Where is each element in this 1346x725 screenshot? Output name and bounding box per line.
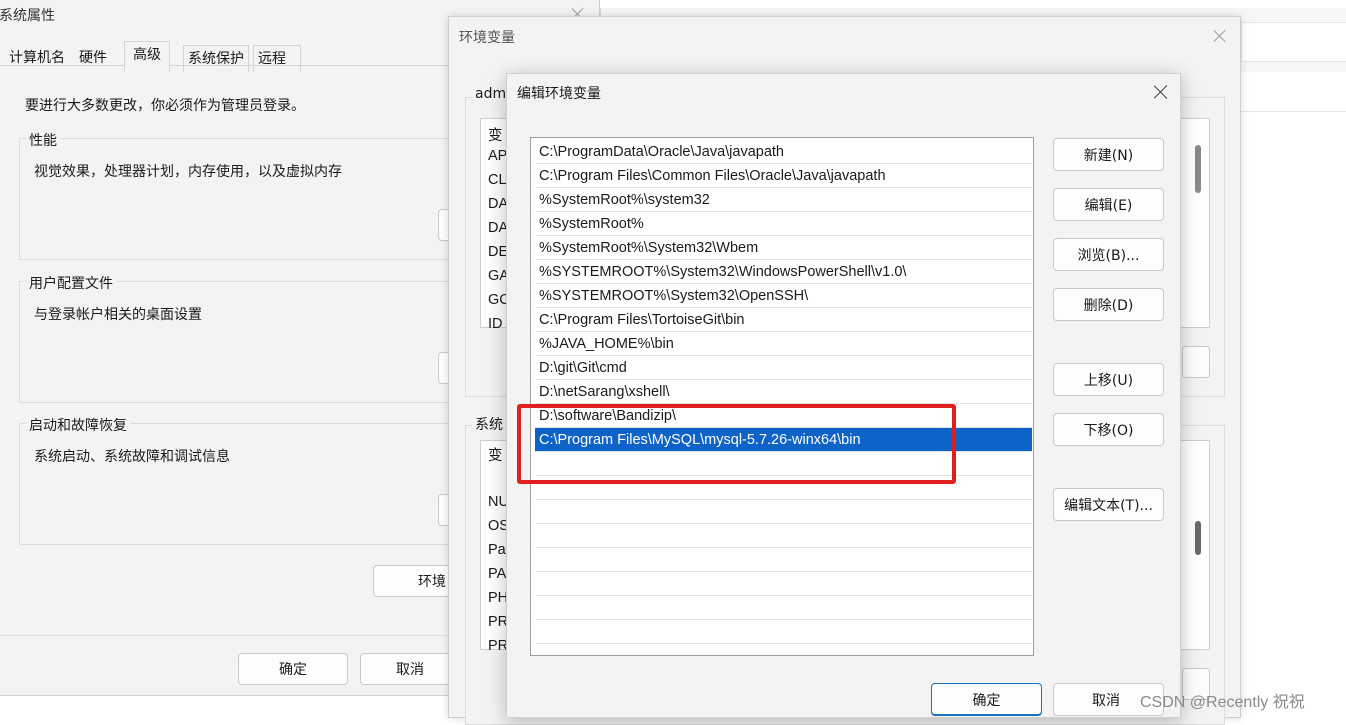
close-icon[interactable] (1211, 27, 1229, 45)
cancel-button[interactable]: 取消 (360, 653, 460, 685)
empty-list-row[interactable] (535, 500, 1032, 524)
group-description: 系统启动、系统故障和调试信息 (34, 449, 230, 465)
window-title: 系统属性 (0, 8, 55, 24)
tab-computer-name[interactable]: 计算机名 (5, 45, 69, 72)
path-list-item[interactable]: D:\netSarang\xshell\ (535, 380, 1032, 404)
path-list-item[interactable]: %SYSTEMROOT%\System32\WindowsPowerShell\… (535, 260, 1032, 284)
list-header: 变 (488, 448, 503, 464)
close-icon[interactable] (1152, 83, 1170, 101)
empty-list-row[interactable] (535, 476, 1032, 500)
window-title: 环境变量 (459, 30, 515, 46)
path-list-item[interactable]: D:\git\Git\cmd (535, 356, 1032, 380)
path-list-item[interactable]: %SYSTEMROOT%\System32\OpenSSH\ (535, 284, 1032, 308)
path-list-item[interactable]: %SystemRoot%\system32 (535, 188, 1032, 212)
background-pane (1241, 72, 1346, 112)
path-list-item[interactable]: %SystemRoot% (535, 212, 1032, 236)
admin-note: 要进行大多数更改，你必须作为管理员登录。 (25, 98, 305, 114)
empty-list-row[interactable] (535, 620, 1032, 644)
startup-recovery-group: 启动和故障恢复 系统启动、系统故障和调试信息 (19, 415, 468, 545)
user-delete-button[interactable] (1182, 346, 1210, 378)
button-label: 环境 (418, 574, 446, 590)
path-list-item[interactable]: C:\Program Files\Common Files\Oracle\Jav… (535, 164, 1032, 188)
user-profiles-group: 用户配置文件 与登录帐户相关的桌面设置 (19, 273, 468, 403)
new-button[interactable]: 新建(N) (1053, 138, 1164, 171)
edit-environment-variable-dialog: 编辑环境变量 C:\ProgramData\Oracle\Java\javapa… (506, 73, 1181, 718)
background-pane (1241, 22, 1346, 62)
group-title: 启动和故障恢复 (26, 415, 130, 435)
dialog-title: 编辑环境变量 (517, 86, 601, 102)
path-list-item[interactable]: D:\software\Bandizip\ (535, 404, 1032, 428)
empty-list-row[interactable] (535, 596, 1032, 620)
move-down-button[interactable]: 下移(O) (1053, 413, 1164, 446)
group-description: 视觉效果，处理器计划，内存使用，以及虚拟内存 (34, 164, 342, 180)
list-item[interactable]: ID (488, 316, 503, 332)
list-item[interactable]: PA (488, 566, 506, 582)
list-header: 变 (488, 128, 503, 144)
ok-button[interactable]: 确定 (931, 683, 1042, 716)
browse-button[interactable]: 浏览(B)... (1053, 238, 1164, 271)
vertical-scrollbar-thumb[interactable] (1195, 521, 1201, 555)
tab-remote[interactable]: 远程 (253, 45, 301, 72)
path-list-item[interactable]: C:\ProgramData\Oracle\Java\javapath (535, 140, 1032, 164)
list-item[interactable]: AP (488, 148, 507, 164)
list-item[interactable]: CL (488, 172, 507, 188)
empty-list-row[interactable] (535, 572, 1032, 596)
path-list[interactable]: C:\ProgramData\Oracle\Java\javapath C:\Pr… (530, 137, 1034, 656)
move-up-button[interactable]: 上移(U) (1053, 363, 1164, 396)
group-title: adm (472, 86, 510, 102)
empty-list-row[interactable] (535, 452, 1032, 476)
ok-button[interactable]: 确定 (238, 653, 348, 685)
performance-group: 性能 视觉效果，处理器计划，内存使用，以及虚拟内存 (19, 130, 468, 260)
background-pane (1241, 112, 1346, 718)
group-title: 性能 (26, 130, 60, 150)
tab-hardware[interactable]: 硬件 (75, 45, 111, 72)
edit-button[interactable]: 编辑(E) (1053, 188, 1164, 221)
path-list-item[interactable]: C:\Program Files\TortoiseGit\bin (535, 308, 1032, 332)
delete-button[interactable]: 删除(D) (1053, 288, 1164, 321)
watermark-text: CSDN @Recently 祝祝 (1140, 694, 1305, 711)
list-item[interactable]: Pa (488, 542, 506, 558)
tab-system-protection[interactable]: 系统保护 (183, 45, 249, 72)
path-list-item[interactable]: C:\Program Files\MySQL\mysql-5.7.26-winx… (535, 428, 1032, 452)
path-list-item[interactable]: %JAVA_HOME%\bin (535, 332, 1032, 356)
empty-list-row[interactable] (535, 524, 1032, 548)
vertical-scrollbar-thumb[interactable] (1195, 145, 1201, 193)
empty-list-row[interactable] (535, 548, 1032, 572)
group-description: 与登录帐户相关的桌面设置 (34, 307, 202, 323)
tab-advanced[interactable]: 高级 (124, 41, 170, 72)
group-title: 用户配置文件 (26, 273, 116, 293)
edit-text-button[interactable]: 编辑文本(T)... (1053, 488, 1164, 521)
path-list-item[interactable]: %SystemRoot%\System32\Wbem (535, 236, 1032, 260)
group-title: 系统 (472, 414, 506, 434)
